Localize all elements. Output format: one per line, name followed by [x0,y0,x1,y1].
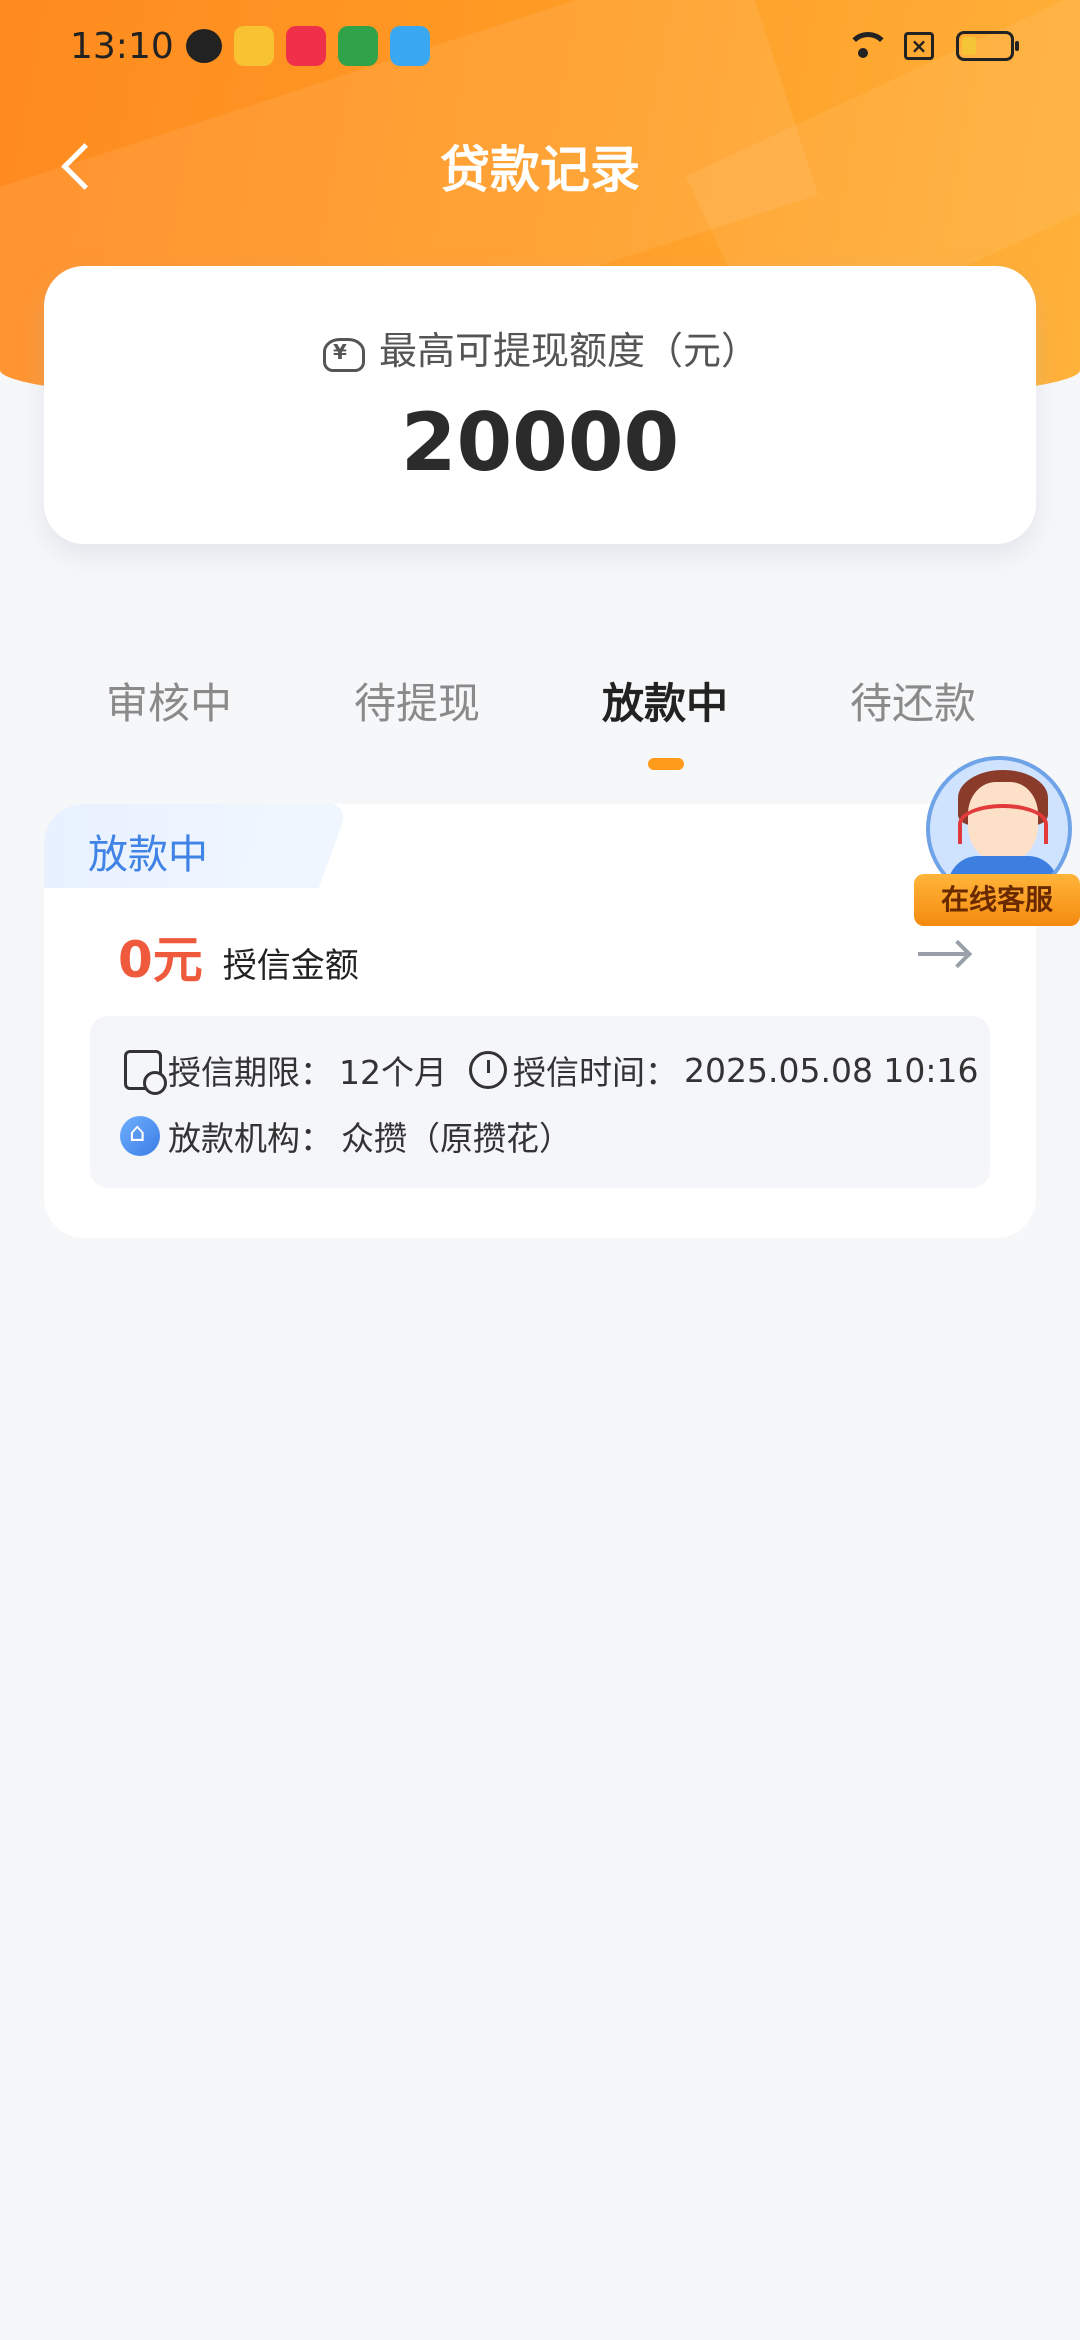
game-icon [338,26,378,66]
service-label: 在线客服 [914,874,1080,926]
tab-reviewing[interactable]: 审核中 [106,670,232,731]
institution-label: 放款机构： [168,1119,333,1158]
status-tag-text: 放款中 [88,832,208,878]
detail-box: 授信期限： 12个月 授信时间： 2025.05.08 10:16 放款机构： … [90,1016,990,1188]
online-service-button[interactable]: 在线客服 [914,756,1080,936]
institution-value: 众攒（原攒花） [341,1119,572,1158]
quota-label: 最高可提现额度（元） [378,329,759,373]
document-clock-icon [124,1050,167,1095]
quota-card: 最高可提现额度（元） 20000 [44,266,1036,544]
music-icon [286,26,326,66]
bank-icon [120,1116,160,1156]
quota-amount: 20000 [400,396,680,489]
arrow-right-icon[interactable] [918,952,966,956]
status-bar: 13:10 × [0,0,1080,96]
tab-pending-repayment[interactable]: 待还款 [850,670,976,731]
tab-pending-withdrawal[interactable]: 待提现 [354,670,480,731]
wifi-icon [844,30,890,62]
sim-icon: × [904,32,934,60]
wechat-icon [186,29,222,63]
credit-amount-value: 0元 [118,931,203,989]
battery-icon [956,31,1019,61]
plane-icon [390,26,430,66]
loan-record-card[interactable]: 放款中 0元 授信金额 授信期限： 12个月 授信时间： 2025.05.08 … [44,804,1036,1238]
system-icons: × [844,30,1019,62]
status-time: 13:10 [70,26,174,67]
tab-indicator [648,758,684,770]
time-label: 授信时间： [513,1053,678,1092]
clock-icon [469,1051,507,1089]
detail-row-term-time: 授信期限： 12个月 授信时间： 2025.05.08 10:16 [124,1046,979,1095]
quota-label-row: 最高可提现额度（元） [44,320,1036,375]
moneybag-icon [321,328,365,372]
term-value: 12个月 [339,1053,447,1092]
amount-row: 0元 授信金额 [118,920,359,992]
page-title: 贷款记录 [440,141,640,199]
tab-disbursing[interactable]: 放款中 [602,670,728,731]
credit-amount-label: 授信金额 [222,946,359,986]
notification-icons [186,26,430,66]
detail-row-institution: 放款机构： 众攒（原攒花） [120,1112,572,1160]
term-label: 授信期限： [168,1053,333,1092]
store-icon [234,26,274,66]
time-value: 2025.05.08 10:16 [684,1050,979,1090]
